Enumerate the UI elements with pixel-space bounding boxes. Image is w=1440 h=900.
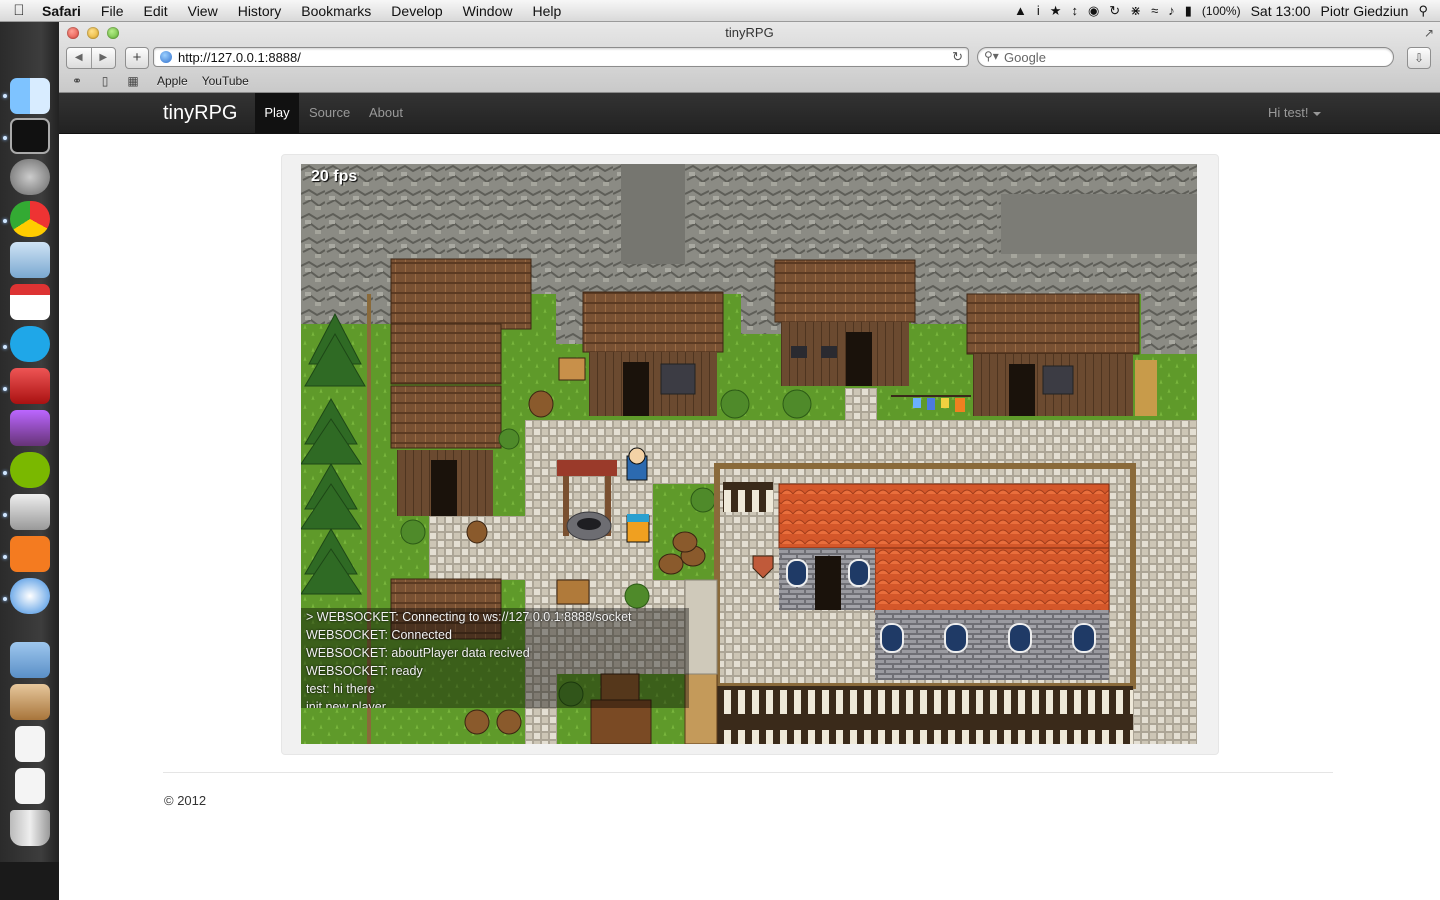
- battery-percent[interactable]: (100%): [1202, 4, 1241, 18]
- running-indicator: [3, 597, 7, 601]
- back-button[interactable]: ◀: [67, 48, 92, 68]
- address-bar[interactable]: http://127.0.0.1:8888/ ↻: [153, 47, 969, 67]
- bookmarks-bar: ⚭ ▯ ▦ Apple YouTube: [59, 72, 249, 90]
- downloads-button[interactable]: ⇩: [1407, 47, 1431, 69]
- chrome-icon[interactable]: [10, 201, 50, 237]
- app-icon-purple[interactable]: [10, 410, 50, 446]
- bluetooth-icon[interactable]: ⋇: [1130, 3, 1141, 19]
- footer-divider: [163, 772, 1333, 773]
- site-navbar: tinyRPG Play Source About Hi test!: [59, 93, 1440, 134]
- terminal-icon[interactable]: [10, 118, 50, 154]
- log-line: init new player: [306, 700, 386, 708]
- running-indicator: [3, 555, 7, 559]
- volume-icon[interactable]: ♪: [1168, 3, 1175, 18]
- wifi-icon[interactable]: ≈: [1151, 3, 1158, 18]
- window-toolbar: tinyRPG ↗ ◀ ▶ + http://127.0.0.1:8888/ ↻…: [59, 22, 1440, 93]
- menu-window[interactable]: Window: [453, 3, 523, 19]
- log-line: test: hi there: [306, 682, 375, 696]
- site-brand[interactable]: tinyRPG: [163, 102, 237, 125]
- safari-icon[interactable]: [10, 578, 50, 614]
- running-indicator: [3, 471, 7, 475]
- menu-edit[interactable]: Edit: [133, 3, 177, 19]
- chat-log: > WEBSOCKET: Connecting to ws://127.0.0.…: [301, 608, 689, 708]
- running-indicator: [3, 345, 7, 349]
- log-line: WEBSOCKET: aboutPlayer data recived: [306, 646, 530, 660]
- menubar-clock[interactable]: Sat 13:00: [1251, 3, 1311, 19]
- launchpad-icon[interactable]: [10, 159, 50, 195]
- finder-icon[interactable]: [10, 78, 50, 114]
- running-indicator: [3, 387, 7, 391]
- log-line: WEBSOCKET: ready: [306, 664, 423, 678]
- running-indicator: [3, 219, 7, 223]
- search-icon: ⚲▾: [984, 49, 999, 63]
- globe-icon: [160, 51, 172, 63]
- nav-link-about[interactable]: About: [369, 93, 403, 133]
- menu-view[interactable]: View: [178, 3, 228, 19]
- add-bookmark-button[interactable]: +: [125, 47, 149, 69]
- footer-copyright: © 2012: [164, 793, 207, 808]
- bookmark-youtube[interactable]: YouTube: [202, 74, 249, 88]
- xampp-icon[interactable]: [10, 536, 50, 572]
- menu-app-safari[interactable]: Safari: [38, 3, 91, 19]
- document-icon[interactable]: [15, 768, 45, 804]
- refresh-icon[interactable]: ↻: [1109, 3, 1120, 19]
- app-icon-robot[interactable]: [10, 494, 50, 530]
- nav-link-source[interactable]: Source: [309, 93, 350, 133]
- fps-counter: 20 fps: [311, 168, 358, 185]
- user-menu-dropdown[interactable]: Hi test!: [1268, 93, 1322, 133]
- sync-arrows-icon[interactable]: ↕: [1071, 3, 1078, 18]
- fullscreen-icon[interactable]: ↗: [1424, 26, 1434, 40]
- spotify-icon[interactable]: [10, 452, 50, 488]
- menu-develop[interactable]: Develop: [381, 3, 452, 19]
- battery-icon[interactable]: ▮: [1185, 3, 1192, 19]
- running-indicator: [3, 136, 7, 140]
- window-title: tinyRPG: [725, 25, 774, 40]
- calendar-icon[interactable]: [10, 284, 50, 320]
- search-field[interactable]: ⚲▾ Google: [977, 47, 1394, 67]
- app-icon-red[interactable]: [10, 368, 50, 404]
- user-greeting: Hi test!: [1268, 105, 1309, 120]
- mac-dock: [0, 22, 60, 862]
- rar-archive-icon[interactable]: [10, 684, 50, 720]
- menu-history[interactable]: History: [228, 3, 292, 19]
- reading-list-icon[interactable]: ⚭: [67, 74, 87, 88]
- apple-menu-icon[interactable]: : [0, 2, 38, 19]
- search-input[interactable]: Google: [1004, 50, 1046, 65]
- caret-down-icon: [1313, 111, 1322, 116]
- menu-bookmarks[interactable]: Bookmarks: [291, 3, 381, 19]
- reload-icon[interactable]: ↻: [952, 49, 963, 65]
- log-line: > WEBSOCKET: Connecting to ws://127.0.0.…: [306, 610, 632, 624]
- spotlight-search-icon[interactable]: ⚲: [1418, 3, 1428, 19]
- url-input[interactable]: http://127.0.0.1:8888/: [178, 50, 301, 65]
- log-line: WEBSOCKET: Connected: [306, 628, 452, 642]
- browser-window: tinyRPG ↗ ◀ ▶ + http://127.0.0.1:8888/ ↻…: [59, 22, 1440, 900]
- bookmark-apple[interactable]: Apple: [157, 74, 188, 88]
- menubar-user[interactable]: Piotr Giedziun: [1321, 3, 1409, 19]
- info-icon[interactable]: i: [1037, 3, 1040, 18]
- skype-icon[interactable]: [10, 326, 50, 362]
- nav-link-play[interactable]: Play: [255, 93, 299, 133]
- shield-icon[interactable]: ◉: [1088, 3, 1099, 19]
- document-icon[interactable]: [15, 726, 45, 762]
- back-forward-buttons: ◀ ▶: [66, 47, 116, 69]
- mail-icon[interactable]: [10, 242, 50, 278]
- folder-icon[interactable]: [10, 642, 50, 678]
- bookmarks-book-icon[interactable]: ▯: [95, 74, 115, 88]
- running-indicator: [3, 513, 7, 517]
- forward-button[interactable]: ▶: [92, 48, 116, 68]
- running-indicator: [3, 94, 7, 98]
- drive-status-icon[interactable]: ▲: [1014, 3, 1027, 18]
- menu-help[interactable]: Help: [522, 3, 571, 19]
- game-canvas[interactable]: 20 fps > WEBSOCKET: Connecting to ws://1…: [301, 164, 1197, 744]
- trash-icon[interactable]: [10, 810, 50, 846]
- top-sites-grid-icon[interactable]: ▦: [123, 74, 143, 88]
- menu-file[interactable]: File: [91, 3, 134, 19]
- mac-menubar:  Safari File Edit View History Bookmark…: [0, 0, 1440, 22]
- status-icon[interactable]: ★: [1050, 3, 1062, 19]
